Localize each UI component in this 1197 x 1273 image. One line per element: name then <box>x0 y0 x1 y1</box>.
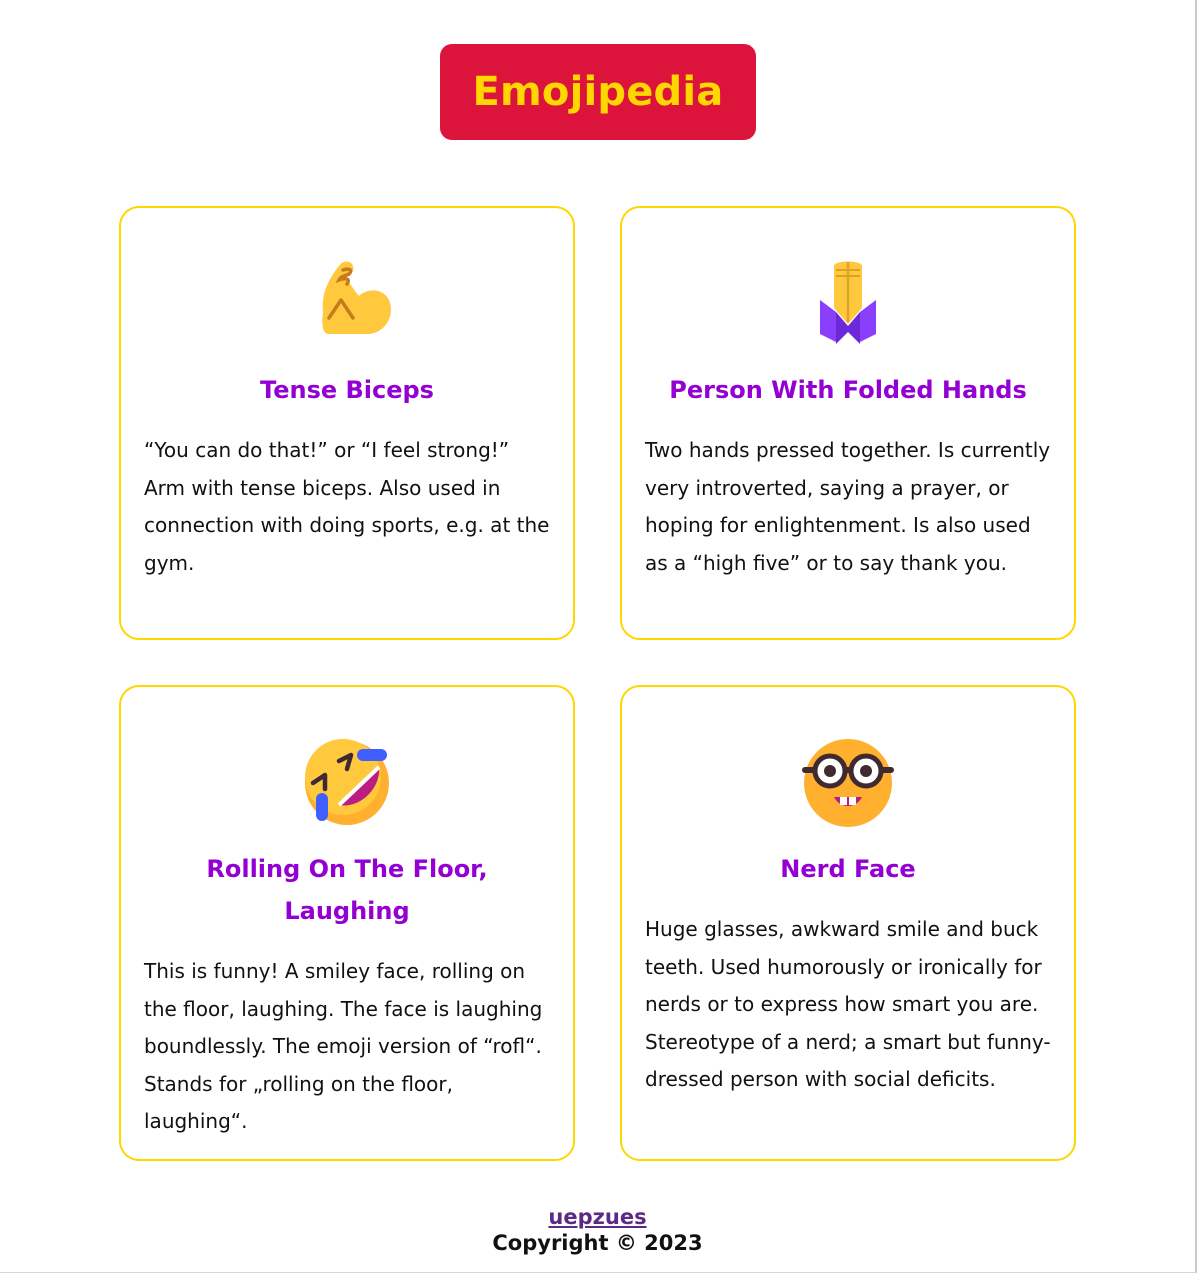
emoji-card: Person With Folded Hands Two hands press… <box>620 206 1076 640</box>
card-title: Nerd Face <box>780 855 916 883</box>
copyright-text: Copyright © 2023 <box>492 1231 703 1255</box>
card-title: Tense Biceps <box>260 376 434 404</box>
card-title: Rolling On The Floor, Laughing <box>206 855 488 925</box>
folded-hands-icon <box>800 252 896 348</box>
emoji-card: Tense Biceps “You can do that!” or “I fe… <box>119 206 575 640</box>
flexed-biceps-icon <box>299 252 395 348</box>
card-description: Two hands pressed together. Is currently… <box>645 438 1051 575</box>
nerd-face-icon <box>800 731 896 827</box>
author-link[interactable]: uepzues <box>548 1205 646 1229</box>
page-title: Emojipedia <box>472 69 724 115</box>
footer: uepzues Copyright © 2023 <box>0 1204 1195 1256</box>
card-title: Person With Folded Hands <box>669 376 1027 404</box>
emoji-card: Rolling On The Floor, Laughing This is f… <box>119 685 575 1161</box>
card-description: Huge glasses, awkward smile and buck tee… <box>645 917 1051 1091</box>
card-description: “You can do that!” or “I feel strong!” A… <box>144 438 550 575</box>
emoji-card: Nerd Face Huge glasses, awkward smile an… <box>620 685 1076 1161</box>
header-banner: Emojipedia <box>440 44 756 140</box>
rolling-on-floor-laughing-icon <box>299 731 395 827</box>
page: Emojipedia Tense Biceps “You can do that… <box>0 0 1197 1273</box>
card-description: This is funny! A smiley face, rolling on… <box>144 959 543 1133</box>
